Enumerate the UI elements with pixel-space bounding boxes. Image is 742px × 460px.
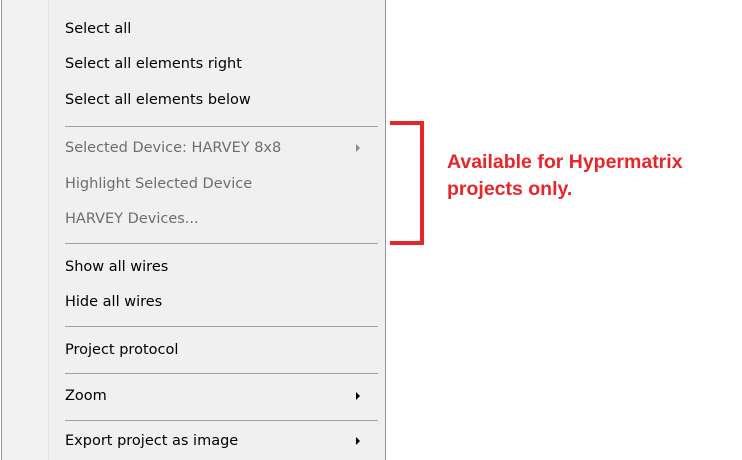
menu-item-export-project-as-image[interactable]: Export project as image	[65, 431, 238, 451]
menu-separator	[65, 326, 378, 327]
menu-item-select-all-elements-below[interactable]: Select all elements below	[65, 90, 251, 110]
menu-separator	[65, 373, 378, 374]
menu-separator	[65, 243, 378, 244]
menu-icon-gutter	[2, 0, 48, 460]
menu-gutter-divider	[48, 0, 49, 460]
chevron-right-icon	[356, 392, 360, 400]
screenshot-canvas: Select all Select all elements right Sel…	[0, 0, 742, 460]
menu-item-selected-device: Selected Device: HARVEY 8x8	[65, 140, 282, 156]
menu-item-highlight-selected-device: Highlight Selected Device	[65, 176, 253, 192]
bracket-icon	[390, 121, 424, 245]
chevron-right-icon	[356, 437, 360, 445]
menu-item-hide-all-wires[interactable]: Hide all wires	[65, 292, 162, 312]
menu-separator	[65, 420, 378, 421]
menu-item-select-all[interactable]: Select all	[65, 19, 131, 39]
menu-separator	[65, 126, 378, 127]
menu-item-harvey-devices: HARVEY Devices...	[65, 211, 199, 227]
menu-item-zoom[interactable]: Zoom	[65, 386, 107, 406]
menu-item-select-all-elements-right[interactable]: Select all elements right	[65, 54, 242, 74]
hypermatrix-annotation: Available for Hypermatrix projects only.	[447, 151, 683, 200]
menu-item-show-all-wires[interactable]: Show all wires	[65, 257, 168, 277]
chevron-right-icon	[356, 144, 360, 152]
menu-item-project-protocol[interactable]: Project protocol	[65, 340, 178, 360]
